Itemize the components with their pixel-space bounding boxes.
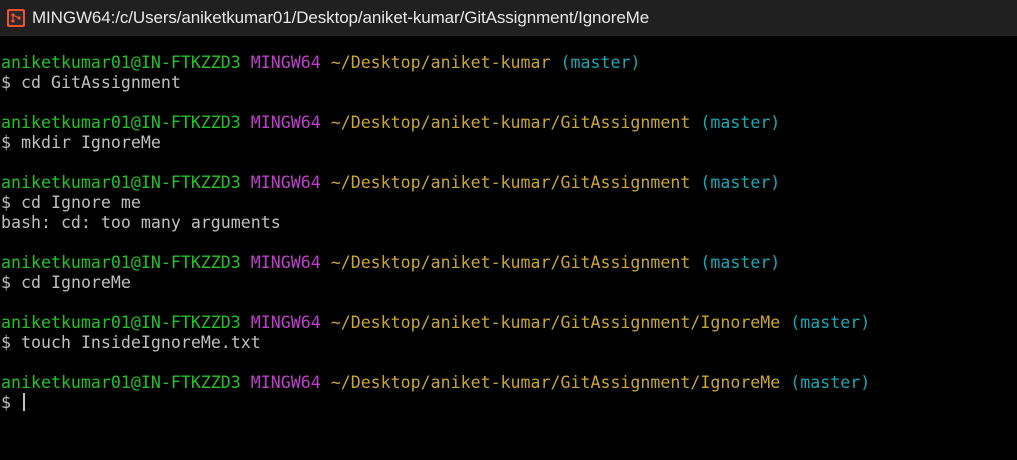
prompt-path: ~/Desktop/aniket-kumar [330,53,551,72]
command-text: touch InsideIgnoreMe.txt [21,333,261,352]
prompt-symbol: $ [1,333,11,352]
prompt-path: ~/Desktop/aniket-kumar/GitAssignment [330,253,691,272]
command-text: cd IgnoreMe [21,273,131,292]
prompt-path: ~/Desktop/aniket-kumar/GitAssignment [330,113,691,132]
command-text: cd GitAssignment [21,73,181,92]
prompt-user-host: aniketkumar01@IN-FTKZZD3 [1,313,241,332]
prompt-user-host: aniketkumar01@IN-FTKZZD3 [1,173,241,192]
prompt-user-host: aniketkumar01@IN-FTKZZD3 [1,113,241,132]
prompt-branch: (master) [560,53,641,72]
command-line: $ cd Ignore me [1,193,1017,213]
command-output: bash: cd: too many arguments [1,213,281,232]
prompt-branch: (master) [700,173,781,192]
prompt-path: ~/Desktop/aniket-kumar/GitAssignment/Ign… [330,313,781,332]
prompt-line: aniketkumar01@IN-FTKZZD3 MINGW64 ~/Deskt… [1,253,1017,273]
terminal-output[interactable]: aniketkumar01@IN-FTKZZD3 MINGW64 ~/Deskt… [0,36,1017,460]
prompt-user-host: aniketkumar01@IN-FTKZZD3 [1,253,241,272]
prompt-branch: (master) [700,253,781,272]
prompt-branch: (master) [790,313,871,332]
prompt-path: ~/Desktop/aniket-kumar/GitAssignment/Ign… [330,373,781,392]
prompt-system: MINGW64 [250,373,321,392]
command-text: cd Ignore me [21,193,141,212]
prompt-line: aniketkumar01@IN-FTKZZD3 MINGW64 ~/Deskt… [1,313,1017,333]
prompt-branch: (master) [700,113,781,132]
text-cursor[interactable] [23,393,25,411]
prompt-symbol: $ [1,273,11,292]
prompt-symbol: $ [1,133,11,152]
prompt-symbol: $ [1,393,11,412]
prompt-path: ~/Desktop/aniket-kumar/GitAssignment [330,173,691,192]
prompt-system: MINGW64 [250,173,321,192]
prompt-line: aniketkumar01@IN-FTKZZD3 MINGW64 ~/Deskt… [1,113,1017,133]
prompt-symbol: $ [1,73,11,92]
command-line: $ cd IgnoreMe [1,273,1017,293]
terminal-window: MINGW64:/c/Users/aniketkumar01/Desktop/a… [0,0,1017,460]
command-line: $ cd GitAssignment [1,73,1017,93]
prompt-line: aniketkumar01@IN-FTKZZD3 MINGW64 ~/Deskt… [1,53,1017,73]
prompt-system: MINGW64 [250,253,321,272]
prompt-user-host: aniketkumar01@IN-FTKZZD3 [1,53,241,72]
prompt-system: MINGW64 [250,113,321,132]
git-bash-icon [7,9,25,27]
prompt-symbol: $ [1,193,11,212]
window-title: MINGW64:/c/Users/aniketkumar01/Desktop/a… [32,8,650,27]
prompt-user-host: aniketkumar01@IN-FTKZZD3 [1,373,241,392]
prompt-system: MINGW64 [250,313,321,332]
prompt-line: aniketkumar01@IN-FTKZZD3 MINGW64 ~/Deskt… [1,373,1017,393]
prompt-system: MINGW64 [250,53,321,72]
command-line: $ touch InsideIgnoreMe.txt [1,333,1017,353]
command-input-line: $ [1,393,1017,413]
command-line: $ mkdir IgnoreMe [1,133,1017,153]
title-bar[interactable]: MINGW64:/c/Users/aniketkumar01/Desktop/a… [0,0,1017,36]
prompt-branch: (master) [790,373,871,392]
prompt-line: aniketkumar01@IN-FTKZZD3 MINGW64 ~/Deskt… [1,173,1017,193]
command-text: mkdir IgnoreMe [21,133,161,152]
